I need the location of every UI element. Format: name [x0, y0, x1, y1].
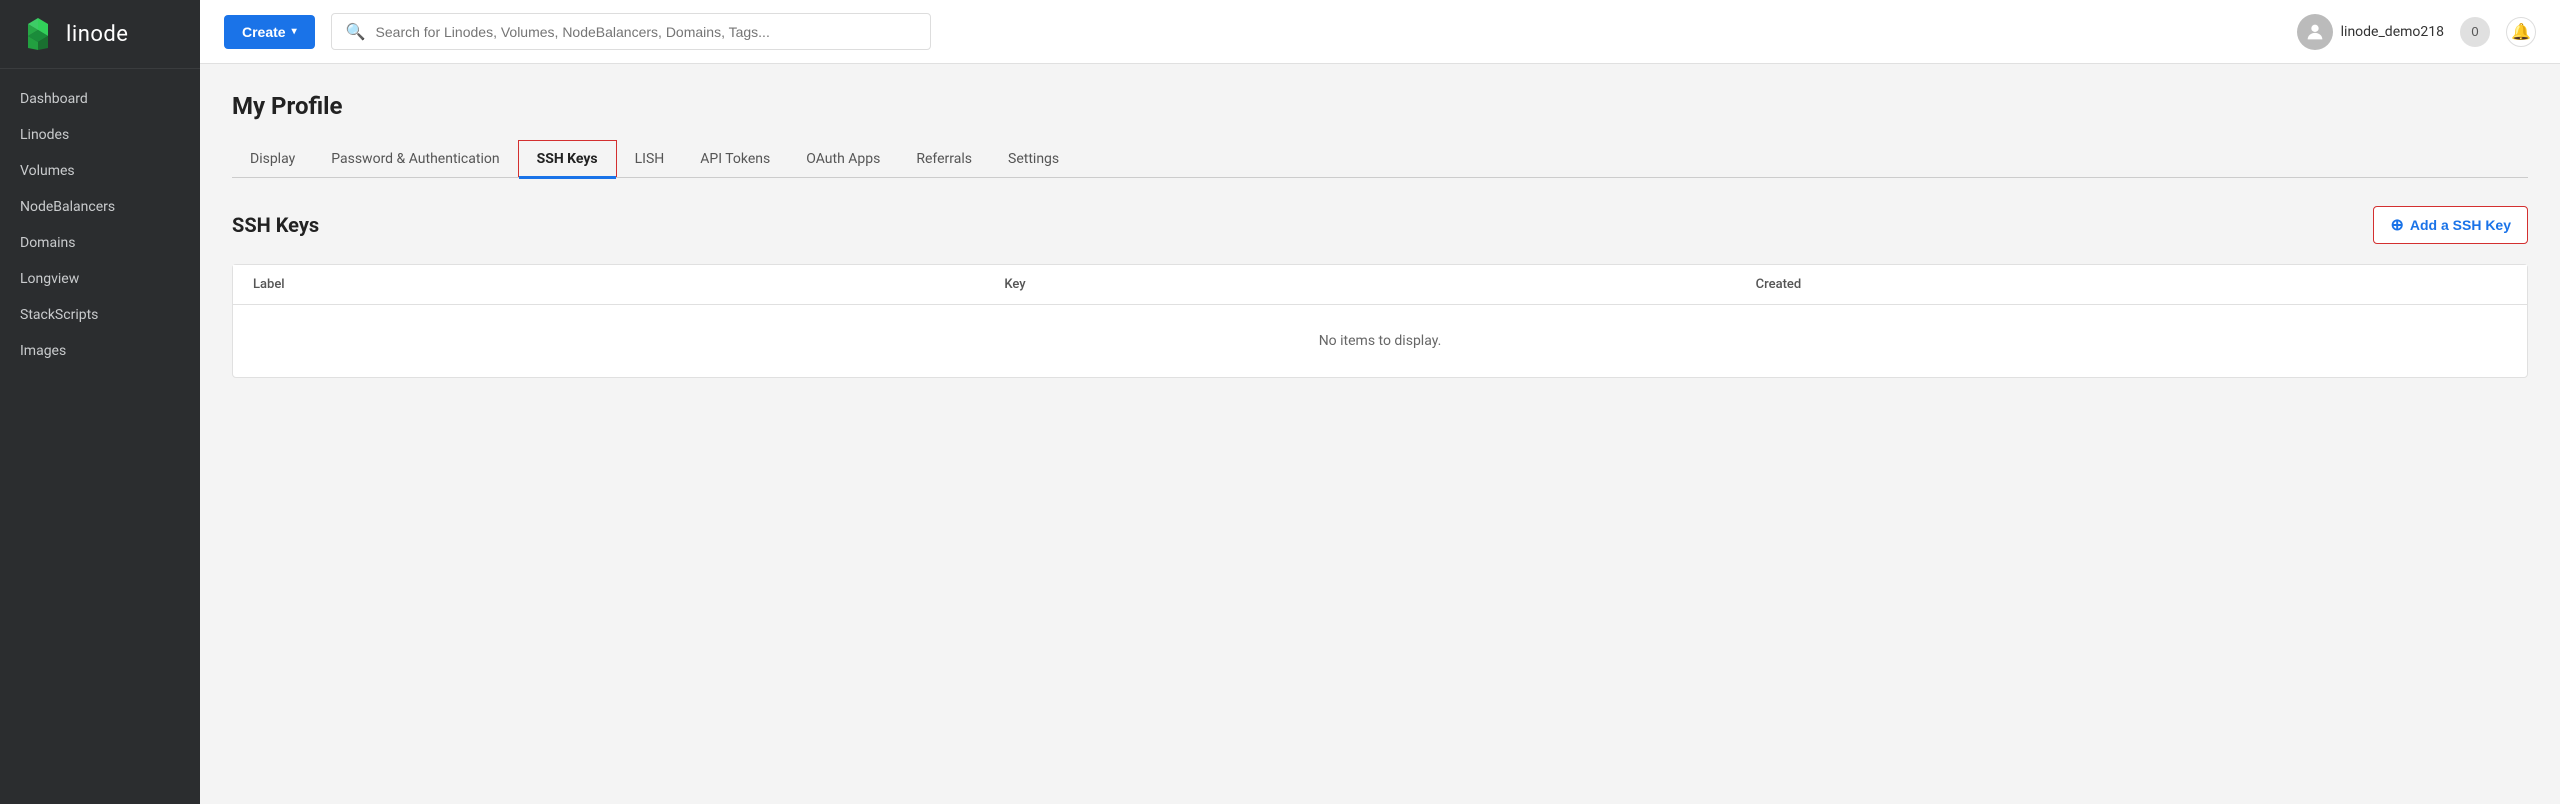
- user-info[interactable]: linode_demo218: [2297, 14, 2444, 50]
- linode-logo-icon: [20, 16, 56, 52]
- sidebar-item-stackscripts[interactable]: StackScripts: [0, 297, 200, 333]
- notifications-count-button[interactable]: 0: [2460, 17, 2490, 47]
- sidebar-item-linodes[interactable]: Linodes: [0, 117, 200, 153]
- tab-oauth-apps[interactable]: OAuth Apps: [788, 141, 898, 177]
- tab-referrals[interactable]: Referrals: [898, 141, 990, 177]
- content-area: My Profile Display Password & Authentica…: [200, 64, 2560, 804]
- tab-settings[interactable]: Settings: [990, 141, 1077, 177]
- chevron-down-icon: ▾: [292, 26, 297, 37]
- add-ssh-key-button[interactable]: ⊕ Add a SSH Key: [2373, 206, 2528, 244]
- bell-icon: 🔔: [2511, 22, 2531, 42]
- ssh-keys-table: Label Key Created No items to display.: [232, 264, 2528, 378]
- logo-text: linode: [66, 22, 128, 47]
- tab-lish[interactable]: LISH: [617, 141, 683, 177]
- topbar-right: linode_demo218 0 🔔: [2297, 14, 2536, 50]
- plus-icon: ⊕: [2390, 215, 2403, 235]
- main-area: Create ▾ 🔍 linode_demo218 0 🔔: [200, 0, 2560, 804]
- badge-count: 0: [2471, 24, 2478, 39]
- sidebar-item-longview[interactable]: Longview: [0, 261, 200, 297]
- search-bar: 🔍: [331, 13, 931, 50]
- sidebar-item-domains[interactable]: Domains: [0, 225, 200, 261]
- sidebar-item-volumes[interactable]: Volumes: [0, 153, 200, 189]
- table-header: Label Key Created: [233, 265, 2527, 305]
- col-created: Created: [1756, 277, 2507, 292]
- tab-api-tokens[interactable]: API Tokens: [682, 141, 788, 177]
- sidebar-item-dashboard[interactable]: Dashboard: [0, 81, 200, 117]
- tab-ssh-keys[interactable]: SSH Keys: [518, 140, 617, 177]
- search-icon: 🔍: [346, 22, 366, 41]
- create-button[interactable]: Create ▾: [224, 15, 315, 49]
- sidebar-item-nodebalancers[interactable]: NodeBalancers: [0, 189, 200, 225]
- ssh-keys-title: SSH Keys: [232, 213, 319, 237]
- sidebar-logo: linode: [0, 0, 200, 69]
- table-empty-message: No items to display.: [233, 305, 2527, 377]
- search-input[interactable]: [376, 24, 916, 40]
- sidebar-item-images[interactable]: Images: [0, 333, 200, 369]
- username-label: linode_demo218: [2341, 24, 2444, 40]
- add-ssh-key-label: Add a SSH Key: [2410, 217, 2511, 233]
- avatar: [2297, 14, 2333, 50]
- tab-password-auth[interactable]: Password & Authentication: [313, 141, 517, 177]
- profile-tabs: Display Password & Authentication SSH Ke…: [232, 140, 2528, 178]
- col-label: Label: [253, 277, 1004, 292]
- create-label: Create: [242, 24, 286, 40]
- ssh-keys-section-header: SSH Keys ⊕ Add a SSH Key: [232, 206, 2528, 244]
- notifications-bell-button[interactable]: 🔔: [2506, 17, 2536, 47]
- col-key: Key: [1004, 277, 1755, 292]
- page-title: My Profile: [232, 92, 2528, 120]
- sidebar: linode Dashboard Linodes Volumes NodeBal…: [0, 0, 200, 804]
- tab-display[interactable]: Display: [232, 141, 313, 177]
- topbar: Create ▾ 🔍 linode_demo218 0 🔔: [200, 0, 2560, 64]
- sidebar-nav: Dashboard Linodes Volumes NodeBalancers …: [0, 69, 200, 369]
